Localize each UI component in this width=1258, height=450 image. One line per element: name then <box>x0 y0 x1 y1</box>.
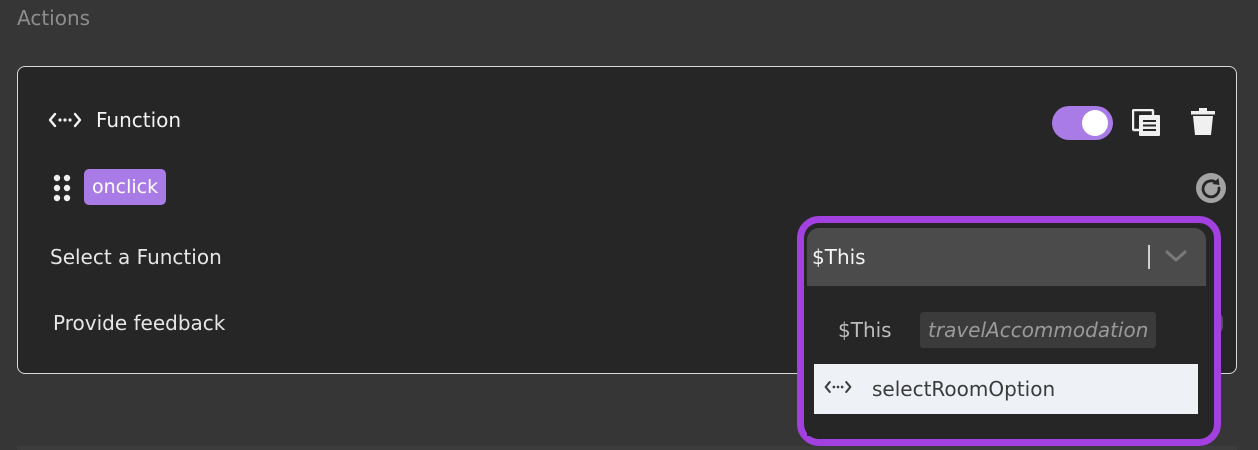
select-function-label: Select a Function <box>50 245 222 269</box>
select-separator <box>1148 245 1150 269</box>
section-title: Actions <box>17 6 91 30</box>
code-icon <box>48 111 82 129</box>
toggle-knob <box>1082 110 1108 136</box>
group-context-chip: travelAccommodation <box>920 312 1157 348</box>
trash-icon[interactable] <box>1190 108 1216 140</box>
chevron-down-icon[interactable] <box>1164 248 1188 267</box>
event-tag: onclick <box>84 169 167 205</box>
group-label: $This <box>838 318 892 342</box>
action-type-label: Function <box>96 108 182 132</box>
function-select-value: $This <box>812 245 866 269</box>
function-select[interactable]: $This <box>807 228 1206 286</box>
dropdown-group-header: $This travelAccommodation <box>838 312 1157 348</box>
reset-icon[interactable] <box>1195 172 1227 208</box>
option-label: selectRoomOption <box>872 377 1056 401</box>
next-card-edge <box>17 446 1237 450</box>
drag-handle-icon[interactable] <box>52 174 72 206</box>
dropdown-option[interactable]: selectRoomOption <box>814 364 1198 414</box>
copy-icon[interactable] <box>1131 108 1162 141</box>
enable-toggle[interactable] <box>1052 106 1113 140</box>
provide-feedback-label: Provide feedback <box>53 311 226 335</box>
code-icon <box>824 379 852 399</box>
action-type-header: Function <box>48 108 181 132</box>
